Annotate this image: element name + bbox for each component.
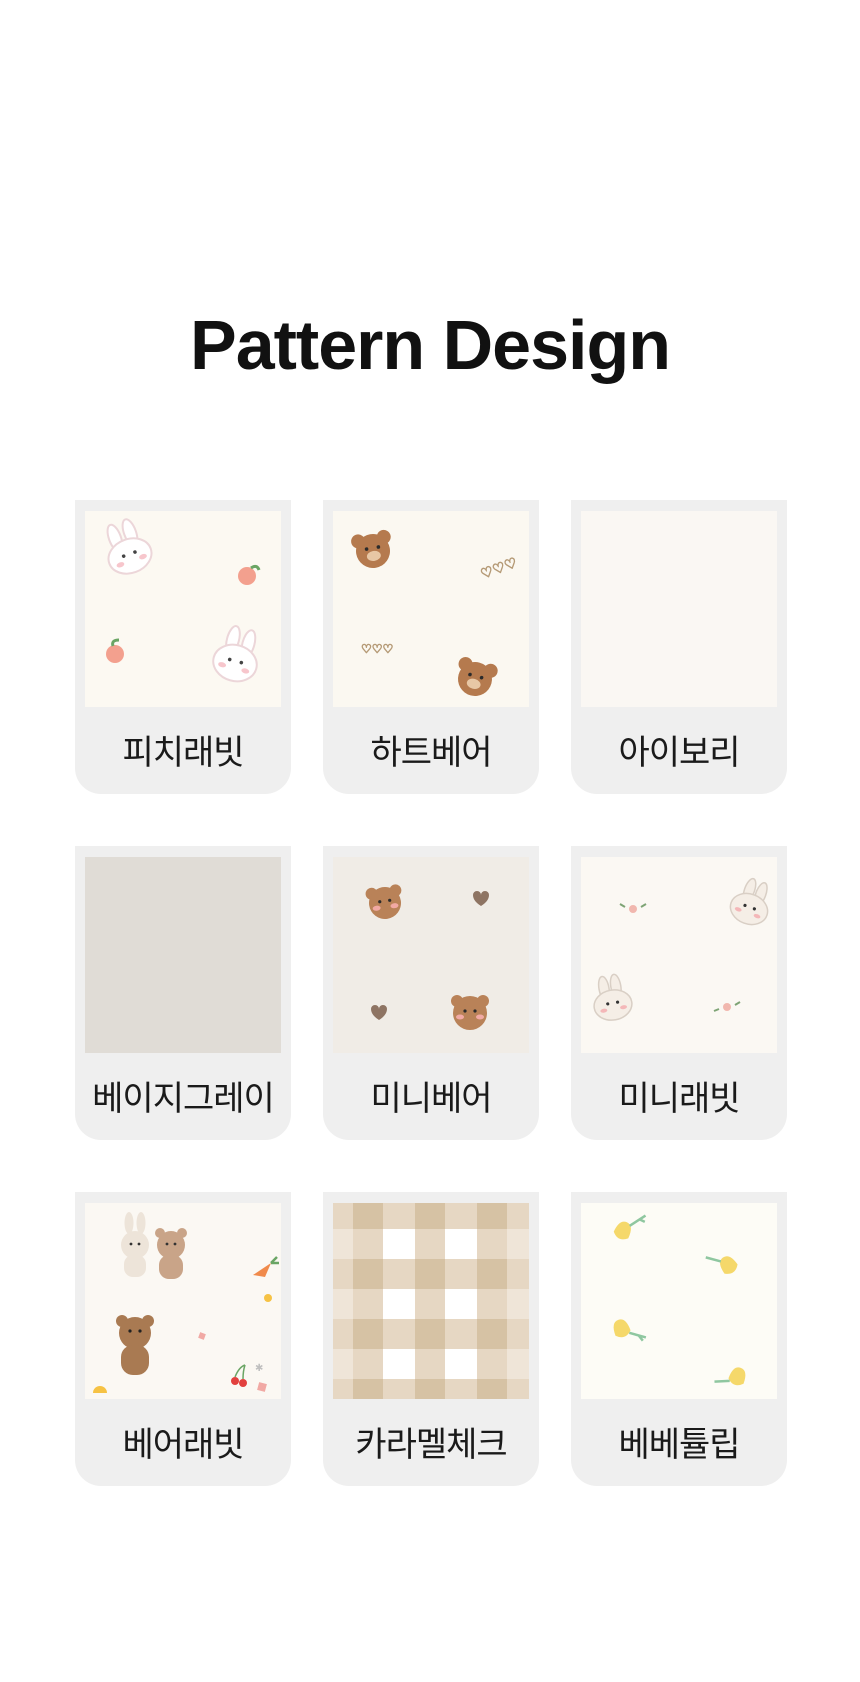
pattern-swatch <box>581 1203 777 1399</box>
pattern-label: 베이지그레이 <box>92 1079 275 1119</box>
pattern-label: 아이보리 <box>618 733 740 773</box>
caramel-check-pattern-image <box>333 1203 529 1399</box>
pattern-label: 베베튤립 <box>618 1425 740 1465</box>
pattern-card-beige-gray[interactable]: 베이지그레이 <box>75 846 291 1140</box>
pattern-card-ivory[interactable]: 아이보리 <box>571 500 787 794</box>
pattern-swatch <box>333 1203 529 1399</box>
pattern-label: 하트베어 <box>370 733 492 773</box>
pattern-swatch: ♡♡♡ ♡♡♡ <box>333 511 529 707</box>
bunny-peach-pattern-image <box>85 511 281 707</box>
mini-rabbit-pattern-image <box>581 857 777 1053</box>
pattern-card-bebe-tulip[interactable]: 베베튤립 <box>571 1192 787 1486</box>
svg-text:✱: ✱ <box>255 1363 263 1374</box>
pattern-swatch <box>85 511 281 707</box>
pattern-label: 피치래빗 <box>122 733 244 773</box>
bear-rabbit-pattern-image: ✱ <box>85 1203 281 1399</box>
solid-ivory-swatch <box>581 511 777 707</box>
pattern-card-bear-rabbit[interactable]: ✱ 베어래빗 <box>75 1192 291 1486</box>
pattern-swatch <box>85 857 281 1053</box>
mini-bear-pattern-image <box>333 857 529 1053</box>
pattern-card-heart-bear[interactable]: ♡♡♡ ♡♡♡ 하트베어 <box>323 500 539 794</box>
tulip-pattern-image <box>581 1203 777 1399</box>
pattern-card-peach-rabbit[interactable]: 피치래빗 <box>75 500 291 794</box>
pattern-swatch <box>581 511 777 707</box>
solid-beige-gray-swatch <box>85 857 281 1053</box>
pattern-card-mini-bear[interactable]: 미니베어 <box>323 846 539 1140</box>
pattern-swatch: ✱ <box>85 1203 281 1399</box>
pattern-grid: 피치래빗 ♡♡♡ ♡♡♡ 하트베어 아이보리 베이지그레이 미니베어 미니래빗 … <box>75 500 787 1486</box>
pattern-card-mini-rabbit[interactable]: 미니래빗 <box>571 846 787 1140</box>
bear-heart-pattern-image: ♡♡♡ ♡♡♡ <box>333 511 529 707</box>
pattern-swatch <box>333 857 529 1053</box>
pattern-label: 미니베어 <box>370 1079 492 1119</box>
pattern-swatch <box>581 857 777 1053</box>
pattern-label: 카라멜체크 <box>355 1425 507 1465</box>
pattern-label: 베어래빗 <box>122 1425 244 1465</box>
pattern-label: 미니래빗 <box>618 1079 740 1119</box>
svg-text:♡♡♡: ♡♡♡ <box>361 642 393 656</box>
pattern-card-caramel-check[interactable]: 카라멜체크 <box>323 1192 539 1486</box>
page-title: Pattern Design <box>190 306 671 384</box>
